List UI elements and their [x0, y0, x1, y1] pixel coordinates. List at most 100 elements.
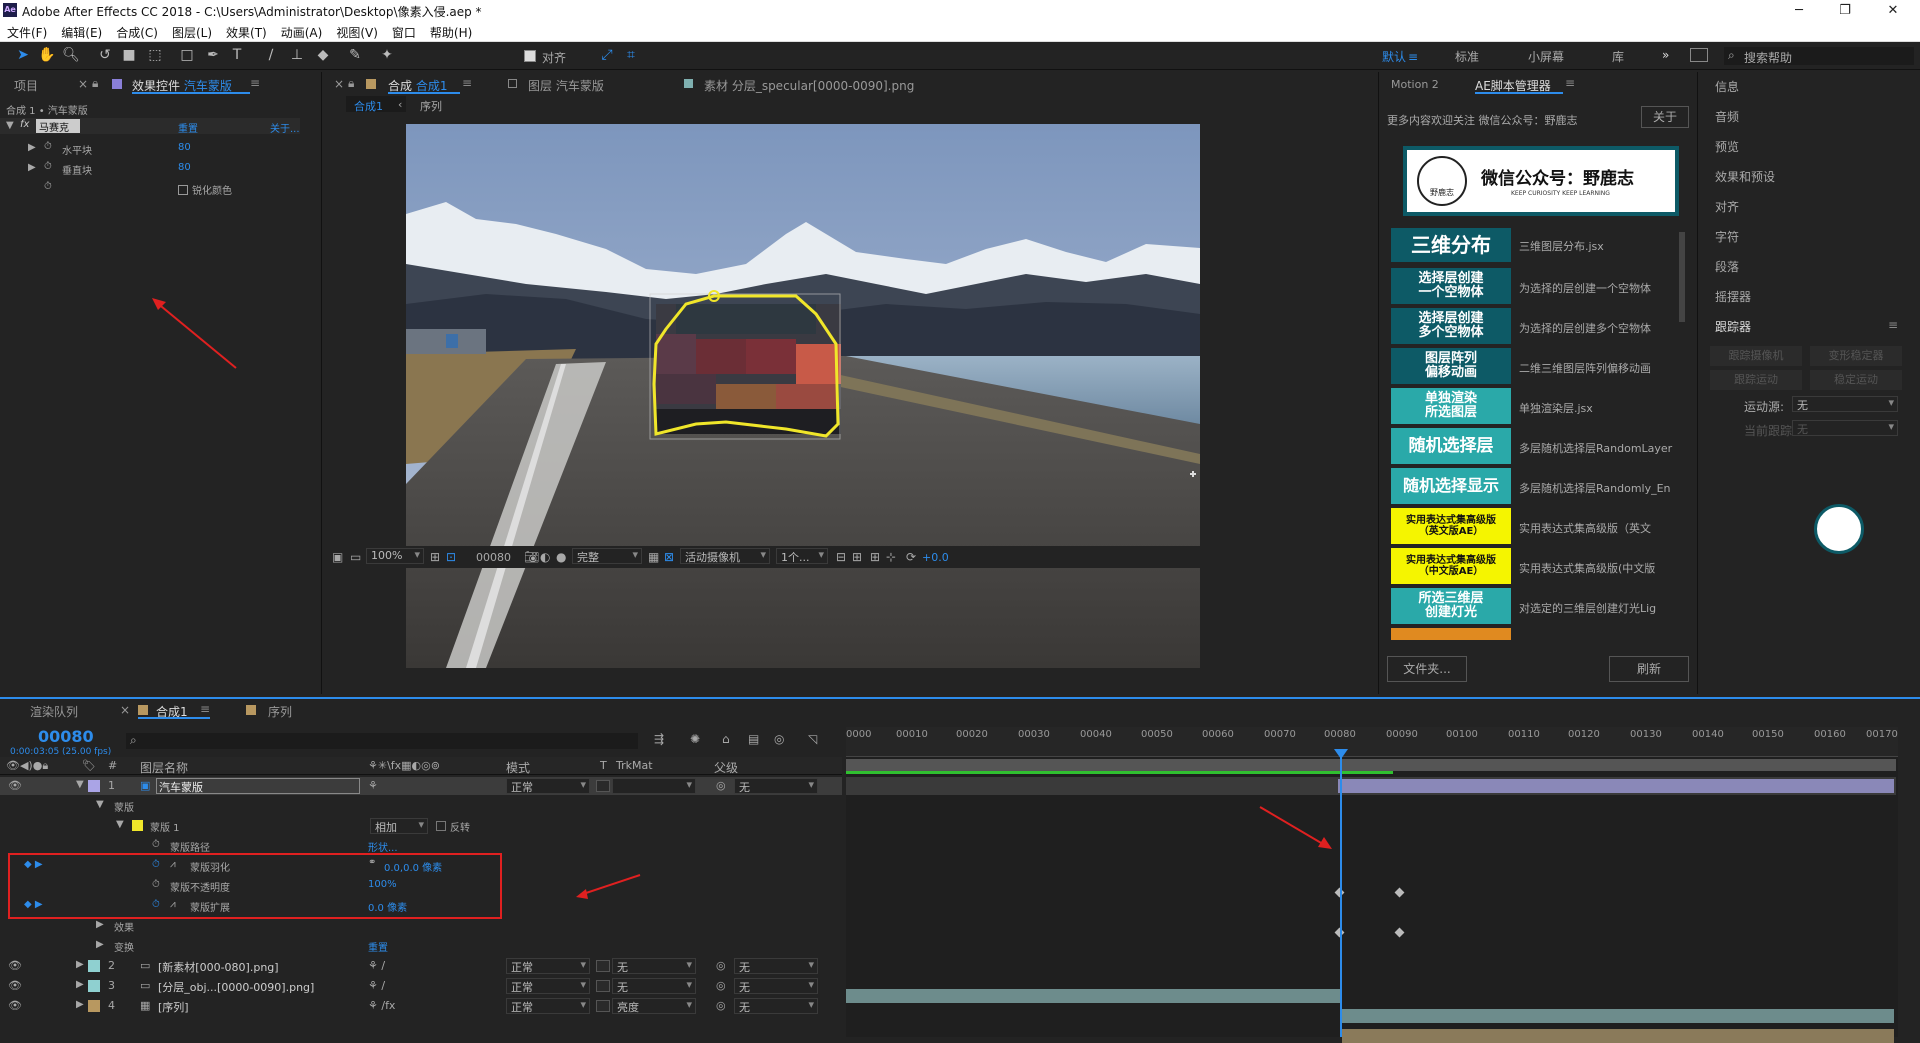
trkmat-dropdown[interactable]: 无 [612, 978, 696, 994]
script-button-multi-null[interactable]: 选择层创建 多个空物体 [1391, 308, 1511, 344]
refresh-button[interactable]: 刷新 [1609, 656, 1689, 682]
menu-edit[interactable]: 编辑(E) [54, 22, 109, 41]
collapse-switch-icon[interactable]: ⚘ ∕ [368, 959, 385, 975]
pickwhip-icon[interactable]: ◎ [716, 959, 726, 975]
script-button-partial[interactable] [1391, 628, 1511, 640]
panel-wiggler[interactable]: 摇摆器 [1715, 288, 1751, 305]
collapse-switch-icon[interactable]: ⚘ ∕fx [368, 999, 395, 1015]
brush-tool-icon[interactable]: ∕ [262, 46, 280, 64]
script-button-one-null[interactable]: 选择层创建 一个空物体 [1391, 268, 1511, 304]
work-area-bar[interactable] [846, 759, 1896, 771]
panel-align[interactable]: 对齐 [1715, 198, 1739, 215]
pan-behind-tool-icon[interactable]: ⬚ [146, 46, 164, 64]
zoom-dropdown[interactable]: 100% [366, 548, 424, 564]
region-of-interest-icon[interactable]: ⊡ [446, 550, 456, 566]
lock-icon[interactable]: 🔒︎ [348, 76, 354, 91]
timeline-search-input[interactable]: ⌕ [126, 733, 638, 749]
script-button-random-display[interactable]: 随机选择显示 [1391, 468, 1511, 504]
collapse-switch-icon[interactable]: ⚘ [368, 779, 378, 795]
frame-blending-icon[interactable]: ▤ [748, 732, 759, 748]
col-parent[interactable]: 父级 [714, 759, 738, 775]
type-tool-icon[interactable]: T [228, 46, 246, 64]
mask-visibility-icon[interactable]: ⊠ [664, 550, 674, 566]
expand-arrow-icon[interactable]: ▼ [6, 120, 14, 136]
snapshot-icon[interactable]: 📷︎ [524, 550, 539, 566]
current-track-dropdown[interactable]: 无 [1792, 420, 1898, 436]
script-button-expressions-en[interactable]: 实用表达式集高级版 （英文版AE） [1391, 508, 1511, 544]
script-button-random-select[interactable]: 随机选择层 [1391, 428, 1511, 464]
pickwhip-icon[interactable]: ◎ [716, 979, 726, 995]
sync-settings-icon[interactable] [1690, 48, 1708, 62]
col-trkmat[interactable]: TrkMat [616, 759, 653, 775]
rotate-tool-icon[interactable]: ↺ [96, 46, 114, 64]
draft-3d-icon[interactable]: ✺ [690, 732, 700, 748]
tab-project[interactable]: 项目 [14, 77, 38, 94]
menu-composition[interactable]: 合成(C) [109, 22, 165, 41]
panel-audio[interactable]: 音频 [1715, 108, 1739, 125]
folder-button[interactable]: 文件夹... [1387, 656, 1467, 682]
rectangle-tool-icon[interactable]: □ [178, 46, 196, 64]
keyframe-icon[interactable] [1394, 887, 1405, 898]
snap-icon[interactable]: ⤢ [598, 46, 616, 64]
script-list-scrollbar[interactable] [1679, 232, 1685, 322]
show-snapshot-icon[interactable]: ◐ [540, 550, 550, 566]
minimize-button[interactable]: ─ [1776, 0, 1822, 22]
layer-label-swatch[interactable] [88, 780, 100, 792]
script-button-create-light[interactable]: 所选三维层 创建灯光 [1391, 588, 1511, 624]
trkmat-dropdown[interactable]: 亮度 [612, 998, 696, 1014]
menu-window[interactable]: 窗口 [385, 22, 423, 41]
layer-label-swatch[interactable] [88, 960, 100, 972]
monitor-icon[interactable]: ▭ [350, 550, 361, 566]
timecode[interactable]: 00080 [38, 727, 94, 746]
layer-4-bar[interactable] [1342, 1029, 1894, 1043]
masks-expand-icon[interactable]: ▼ [96, 799, 104, 815]
subtab-sequence[interactable]: 序列 [420, 98, 442, 114]
layer-mode-dropdown[interactable]: 正常 [506, 998, 590, 1014]
about-button[interactable]: 关于 [1641, 106, 1689, 128]
layer-mode-dropdown[interactable]: 正常 [506, 958, 590, 974]
panel-info[interactable]: 信息 [1715, 78, 1739, 95]
panel-paragraph[interactable]: 段落 [1715, 258, 1739, 275]
layer-1-bar[interactable] [1338, 779, 1894, 793]
panel-menu-icon[interactable]: ≡ [1888, 318, 1898, 332]
script-button-render-selected[interactable]: 单独渲染 所选图层 [1391, 388, 1511, 424]
stabilize-motion-button[interactable]: 稳定运动 [1810, 370, 1902, 390]
align-checkbox[interactable] [524, 50, 536, 62]
motion-source-dropdown[interactable]: 无 [1792, 396, 1898, 412]
mask-name[interactable]: 蒙版 1 [150, 819, 180, 835]
stopwatch-icon[interactable]: ⏱ [44, 181, 52, 197]
panel-menu-icon[interactable]: ≡ [1565, 76, 1575, 90]
panel-menu-icon[interactable]: ≡ [200, 702, 210, 716]
workspace-standard[interactable]: 标准 [1455, 48, 1479, 65]
flowchart-icon[interactable]: ⊹ [886, 550, 896, 566]
maximize-button[interactable]: ❐ [1822, 0, 1868, 22]
script-button-3d-distribute[interactable]: 三维分布 [1391, 228, 1511, 262]
script-button-expressions-cn[interactable]: 实用表达式集高级版 （中文版AE） [1391, 548, 1511, 584]
search-help-field[interactable]: ⌕ 搜索帮助 [1724, 47, 1914, 65]
workspace-library[interactable]: 库 [1612, 48, 1624, 65]
layer-name-field[interactable]: 汽车蒙版 [156, 778, 360, 794]
parent-dropdown[interactable]: 无 [734, 998, 818, 1014]
visibility-icon[interactable]: 👁︎ [8, 979, 22, 995]
transform-expand-icon[interactable]: ▶ [96, 939, 104, 955]
menu-animation[interactable]: 动画(A) [274, 22, 330, 41]
shy-layers-icon[interactable]: ⌂ [722, 732, 730, 748]
expand-arrow-icon[interactable]: ▶ [76, 959, 84, 975]
layer-name[interactable]: [新素材[000-080].png] [158, 959, 279, 975]
composition-canvas[interactable] [406, 124, 1200, 668]
panel-preview[interactable]: 预览 [1715, 138, 1739, 155]
camera-dropdown[interactable]: 活动摄像机 [680, 548, 770, 564]
wechat-banner[interactable]: 野鹿志 微信公众号：野鹿志 KEEP CURIOSITY KEEP LEARNI… [1403, 146, 1679, 216]
graph-editor-icon[interactable]: ◹ [808, 732, 817, 748]
clone-stamp-tool-icon[interactable]: ⊥ [288, 46, 306, 64]
exposure-value[interactable]: +0.0 [922, 551, 949, 567]
workspace-more[interactable]: » [1662, 48, 1669, 62]
effect-name[interactable]: 马赛克 [36, 119, 80, 134]
parent-dropdown[interactable]: 无 [734, 778, 818, 794]
panel-effects-presets[interactable]: 效果和预设 [1715, 168, 1775, 185]
roto-brush-tool-icon[interactable]: ✎ [346, 46, 364, 64]
invert-checkbox[interactable] [436, 821, 446, 831]
views-dropdown[interactable]: 1个... [776, 548, 828, 564]
trkmat-dropdown[interactable]: 无 [612, 958, 696, 974]
comp-mini-flowchart-icon[interactable]: ⇶ [654, 732, 664, 748]
